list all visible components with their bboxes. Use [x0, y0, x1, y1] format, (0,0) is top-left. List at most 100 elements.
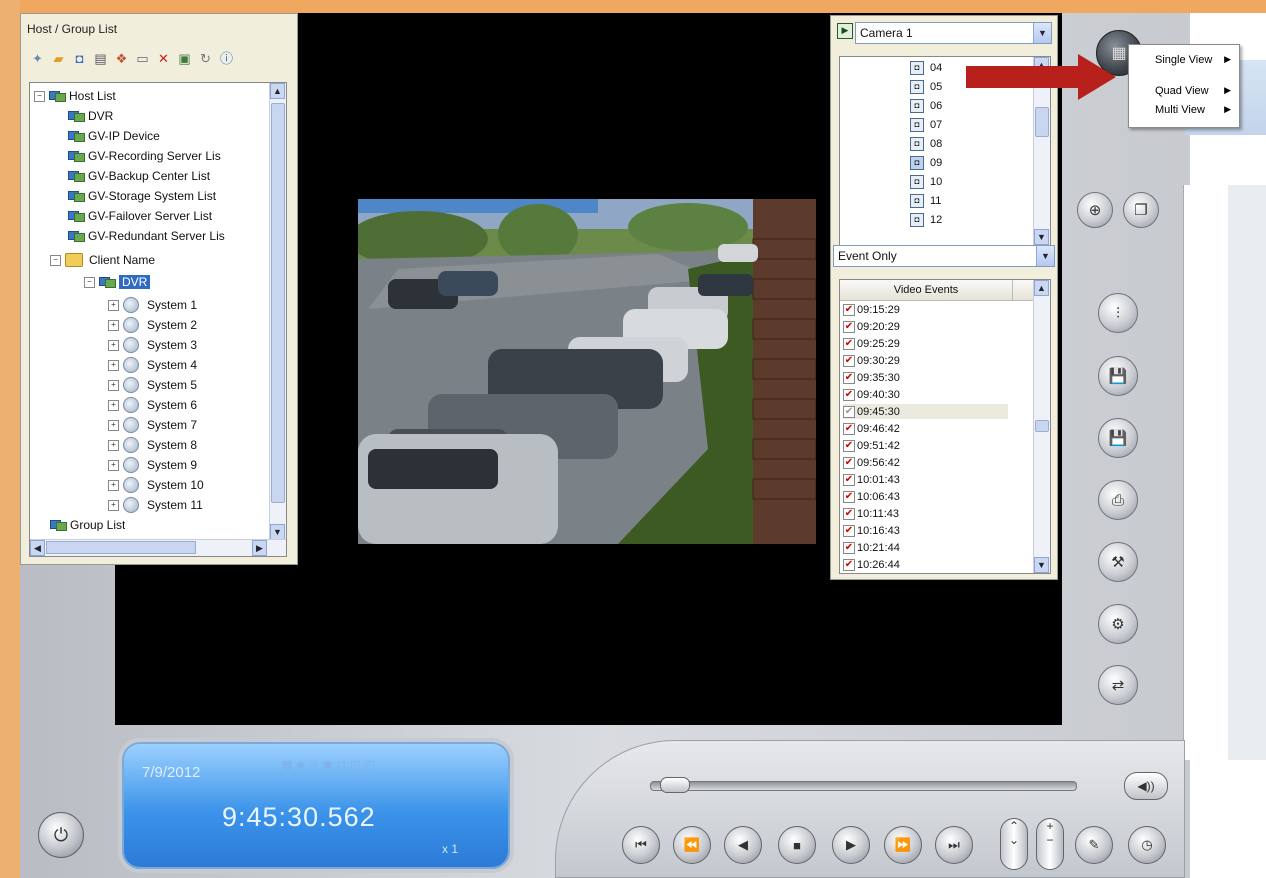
checkbox-checked-icon[interactable]: ✔ [843, 439, 855, 452]
event-row-highlighted[interactable]: ✔ 09:45:30 [843, 404, 1008, 419]
play-camera-icon[interactable]: ▶ [837, 23, 853, 39]
checkbox-checked-icon[interactable]: ✔ [843, 507, 855, 520]
camera-item[interactable]: ◘ 12 [910, 211, 942, 228]
snapshot-button[interactable]: ✎ [1075, 826, 1113, 864]
save-image-button[interactable]: 💾 [1098, 418, 1138, 458]
tree-host-list[interactable]: − Host List [34, 86, 116, 106]
event-row[interactable]: ✔ 10:06:43 [843, 489, 1008, 504]
tree-backup-center[interactable]: GV-Backup Center List [68, 166, 210, 186]
scroll-up-icon[interactable]: ▲ [270, 83, 285, 99]
power-button[interactable]: ⏻ [38, 812, 84, 858]
group-icon[interactable]: ❖ [113, 50, 130, 67]
stop-button[interactable]: ■ [778, 826, 816, 864]
scroll-thumb[interactable] [271, 103, 285, 503]
checkbox-checked-icon[interactable]: ✔ [843, 422, 855, 435]
events-column-header[interactable]: Video Events [840, 280, 1012, 301]
checkbox-checked-icon[interactable]: ✔ [843, 303, 855, 316]
expand-icon[interactable]: + [108, 499, 119, 511]
camera-item-selected[interactable]: ◘ 09 [910, 154, 942, 171]
tree-failover-server[interactable]: GV-Failover Server List [68, 206, 212, 226]
expand-icon[interactable]: + [108, 459, 119, 471]
camera-item[interactable]: ◘ 11 [910, 192, 941, 209]
tree-client-dvr[interactable]: − DVR [84, 272, 151, 292]
expand-icon[interactable]: + [108, 479, 119, 491]
address-book-icon[interactable]: ◘ [71, 50, 88, 67]
next-frame-button[interactable]: ⏩ [884, 826, 922, 864]
copy-icon[interactable]: ▤ [92, 50, 109, 67]
checkbox-checked-icon[interactable]: ✔ [843, 524, 855, 537]
volume-button[interactable]: ◀)) [1124, 772, 1168, 800]
tree-system[interactable]: + System 5 [108, 375, 197, 395]
chevron-down-icon[interactable]: ▼ [1036, 246, 1054, 266]
tree-horizontal-scrollbar[interactable]: ◀ ▶ [30, 539, 286, 556]
scroll-up-icon[interactable]: ▲ [1034, 280, 1049, 296]
save-avi-button[interactable]: 💾 [1098, 356, 1138, 396]
tree-storage-system[interactable]: GV-Storage System List [68, 186, 216, 206]
tree-client-name[interactable]: − Client Name [50, 250, 155, 270]
zoom-button[interactable]: ⊕ [1077, 192, 1113, 228]
event-row[interactable]: ✔ 09:35:30 [843, 370, 1008, 385]
event-row[interactable]: ✔ 09:46:42 [843, 421, 1008, 436]
expand-icon[interactable]: + [108, 319, 119, 331]
computer-icon[interactable]: ▭ [134, 50, 151, 67]
timeline-slider[interactable] [650, 781, 1077, 791]
connect-icon[interactable]: ✦ [29, 50, 46, 67]
checkbox-checked-icon[interactable]: ✔ [843, 354, 855, 367]
scroll-right-icon[interactable]: ▶ [252, 540, 267, 556]
print-button[interactable]: ⎙ [1098, 480, 1138, 520]
refresh-icon[interactable]: ↻ [197, 50, 214, 67]
settings-button[interactable]: ⚙ [1098, 604, 1138, 644]
tree-system[interactable]: + System 11 [108, 495, 203, 515]
checkbox-checked-icon[interactable]: ✔ [843, 456, 855, 469]
expand-icon[interactable]: + [108, 419, 119, 431]
previous-frame-button[interactable]: ⏪ [673, 826, 711, 864]
checkbox-checked-icon[interactable]: ✔ [843, 541, 855, 554]
event-row[interactable]: ✔ 09:30:29 [843, 353, 1008, 368]
events-scrollbar[interactable]: ▲ ▼ [1033, 280, 1050, 573]
event-row[interactable]: ✔ 09:56:42 [843, 455, 1008, 470]
info-icon[interactable]: ⓘ [218, 50, 235, 67]
event-row[interactable]: ✔ 10:21:44 [843, 540, 1008, 555]
scroll-thumb[interactable] [1035, 420, 1049, 432]
camera-item[interactable]: ◘ 04 [910, 59, 942, 76]
scroll-down-icon[interactable]: ▼ [1034, 557, 1049, 573]
event-filter-select[interactable]: Event Only ▼ [833, 245, 1055, 267]
time-search-button[interactable]: ◷ [1128, 826, 1166, 864]
expand-icon[interactable]: + [108, 299, 119, 311]
tree-system[interactable]: + System 8 [108, 435, 197, 455]
scroll-down-icon[interactable]: ▼ [270, 524, 285, 540]
checkbox-checked-icon[interactable]: ✔ [843, 388, 855, 401]
camera-item[interactable]: ◘ 05 [910, 78, 942, 95]
expand-icon[interactable]: + [108, 379, 119, 391]
go-to-end-button[interactable]: ⏭ [935, 826, 973, 864]
play-button[interactable]: ▶ [832, 826, 870, 864]
delete-icon[interactable]: ✕ [155, 50, 172, 67]
expand-icon[interactable]: + [108, 339, 119, 351]
monitor-icon[interactable]: ▣ [176, 50, 193, 67]
zoom-adjust-button[interactable]: + − [1036, 818, 1064, 870]
tools-button[interactable]: ⚒ [1098, 542, 1138, 582]
event-row[interactable]: ✔ 10:11:43 [843, 506, 1008, 521]
menu-item-single-view[interactable]: Single View ▶ [1129, 51, 1239, 68]
event-row[interactable]: ✔ 09:40:30 [843, 387, 1008, 402]
checkbox-checked-icon[interactable]: ✔ [843, 337, 855, 350]
event-row[interactable]: ✔ 09:20:29 [843, 319, 1008, 334]
expand-icon[interactable]: + [108, 439, 119, 451]
tree-system[interactable]: + System 1 [108, 295, 197, 315]
tree-system[interactable]: + System 6 [108, 395, 197, 415]
camera-item[interactable]: ◘ 08 [910, 135, 942, 152]
scroll-thumb[interactable] [1035, 107, 1049, 137]
chevron-down-icon[interactable]: ▼ [1033, 23, 1051, 43]
copy-view-button[interactable]: ❐ [1123, 192, 1159, 228]
go-to-start-button[interactable]: ⏮ [622, 826, 660, 864]
scroll-thumb[interactable] [46, 541, 196, 554]
event-row[interactable]: ✔ 09:15:29 [843, 302, 1008, 317]
open-folder-icon[interactable]: ▰ [50, 50, 67, 67]
tree-system[interactable]: + System 2 [108, 315, 197, 335]
menu-item-quad-view[interactable]: Quad View ▶ [1129, 82, 1239, 99]
tree-dvr[interactable]: DVR [68, 106, 113, 126]
checkbox-checked-icon[interactable]: ✔ [843, 371, 855, 384]
collapse-icon[interactable]: − [84, 276, 95, 288]
camera-item[interactable]: ◘ 10 [910, 173, 942, 190]
collapse-icon[interactable]: − [34, 90, 45, 102]
